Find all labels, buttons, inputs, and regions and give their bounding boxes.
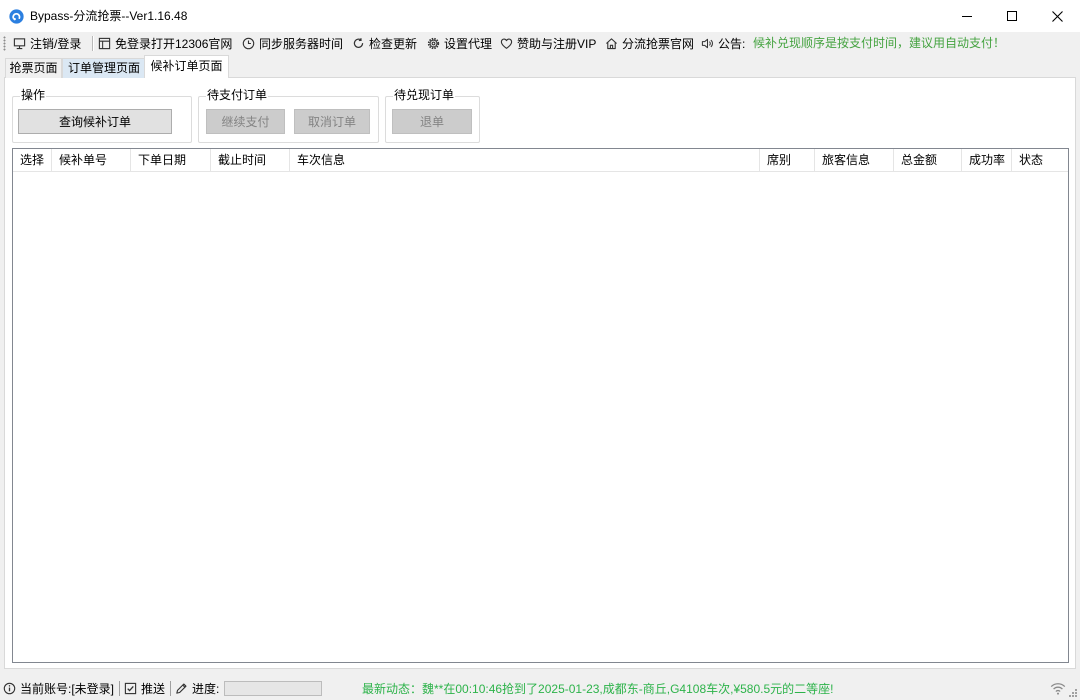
progress-label: 进度: — [175, 677, 219, 700]
tab-order-management[interactable]: 订单管理页面 — [62, 58, 146, 78]
window-title: Bypass-分流抢票--Ver1.16.48 — [30, 9, 188, 23]
toolbar: 注销/登录 免登录打开12306官网 同步服务器时间 检查更新 设置代理 赞助与… — [0, 32, 1080, 55]
column-header-total-amount[interactable]: 总金额 — [894, 149, 962, 171]
column-header-deadline[interactable]: 截止时间 — [211, 149, 290, 171]
push-toggle-label: 推送 — [141, 682, 166, 696]
waitlist-orders-table[interactable]: 选择 候补单号 下单日期 截止时间 车次信息 席别 旅客信息 总金额 成功率 状… — [12, 148, 1069, 663]
wifi-icon — [1050, 682, 1066, 695]
pending-fulfillment-group: 待兑现订单 退单 — [385, 88, 480, 143]
account-status-text: 当前账号:[未登录] — [20, 682, 115, 696]
monitor-icon — [13, 37, 26, 50]
group-title: 待兑现订单 — [393, 88, 456, 103]
push-toggle[interactable]: 推送 — [124, 677, 165, 700]
status-bar: 当前账号:[未登录] 推送 进度: 最新动态：魏**在00:10:46抢到了20… — [0, 677, 1080, 700]
speaker-icon — [701, 37, 714, 50]
app-logo-icon — [9, 9, 24, 24]
official-site-button[interactable]: 分流抢票官网 — [605, 32, 694, 55]
status-separator — [119, 681, 120, 696]
progress-label-text: 进度: — [192, 682, 220, 696]
toolbar-item-label: 设置代理 — [444, 37, 493, 51]
column-header-select[interactable]: 选择 — [13, 149, 52, 171]
notice-title: 公告: — [718, 37, 746, 51]
resize-grip[interactable] — [1067, 687, 1078, 698]
sponsor-vip-button[interactable]: 赞助与注册VIP — [500, 32, 596, 55]
pending-payment-group: 待支付订单 继续支付 取消订单 — [198, 88, 379, 143]
info-icon — [3, 682, 16, 695]
status-separator — [170, 681, 171, 696]
proxy-settings-button[interactable]: 设置代理 — [427, 32, 492, 55]
toolbar-item-label: 免登录打开12306官网 — [115, 37, 233, 51]
tab-ticket-grab[interactable]: 抢票页面 — [5, 58, 62, 78]
gear-icon — [427, 37, 440, 50]
heart-icon — [500, 37, 513, 50]
toolbar-item-label: 注销/登录 — [30, 37, 82, 51]
group-title: 操作 — [20, 88, 47, 103]
notice-label: 公告: — [701, 32, 745, 55]
toolbar-item-label: 检查更新 — [369, 37, 418, 51]
maximize-button[interactable] — [989, 0, 1034, 32]
sync-server-time-button[interactable]: 同步服务器时间 — [242, 32, 343, 55]
close-button[interactable] — [1034, 0, 1080, 32]
operation-group: 操作 查询候补订单 — [12, 88, 192, 143]
title-bar[interactable]: Bypass-分流抢票--Ver1.16.48 — [0, 0, 1080, 32]
close-icon — [1051, 10, 1063, 22]
column-header-waitlist-no[interactable]: 候补单号 — [52, 149, 131, 171]
check-update-button[interactable]: 检查更新 — [352, 32, 417, 55]
group-title: 待支付订单 — [206, 88, 269, 103]
column-header-seat-class[interactable]: 席别 — [760, 149, 815, 171]
toolbar-separator — [92, 36, 93, 51]
checkbox-icon — [124, 682, 137, 695]
column-header-train-info[interactable]: 车次信息 — [290, 149, 760, 171]
open-12306-button[interactable]: 免登录打开12306官网 — [98, 32, 232, 55]
clock-icon — [242, 37, 255, 50]
minimize-icon — [961, 15, 972, 17]
maximize-icon — [1006, 11, 1017, 21]
refund-order-button[interactable]: 退单 — [392, 109, 472, 134]
progress-bar — [224, 681, 322, 696]
account-status: 当前账号:[未登录] — [3, 677, 114, 700]
continue-payment-button[interactable]: 继续支付 — [206, 109, 285, 134]
refresh-icon — [352, 37, 365, 50]
column-header-success-rate[interactable]: 成功率 — [962, 149, 1012, 171]
minimize-button[interactable] — [944, 0, 989, 32]
notice-text: 候补兑现顺序是按支付时间，建议用自动支付！ — [753, 36, 1006, 50]
waitlist-orders-page: 操作 查询候补订单 待支付订单 继续支付 取消订单 待兑现订单 退单 选择 候补… — [4, 77, 1076, 669]
query-waitlist-button[interactable]: 查询候补订单 — [18, 109, 172, 134]
column-header-order-date[interactable]: 下单日期 — [131, 149, 211, 171]
pen-icon — [175, 682, 188, 695]
column-header-passenger-info[interactable]: 旅客信息 — [815, 149, 894, 171]
cancel-order-button[interactable]: 取消订单 — [294, 109, 370, 134]
home-icon — [605, 37, 618, 50]
table-body[interactable] — [13, 172, 1068, 662]
latest-news-text: 最新动态：魏**在00:10:46抢到了2025-01-23,成都东-商丘,G4… — [362, 682, 834, 696]
toolbar-item-label: 赞助与注册VIP — [517, 37, 597, 51]
table-header: 选择 候补单号 下单日期 截止时间 车次信息 席别 旅客信息 总金额 成功率 状… — [13, 149, 1068, 172]
toolbar-grip[interactable] — [3, 36, 6, 51]
toolbar-item-label: 同步服务器时间 — [259, 37, 344, 51]
toolbar-item-label: 分流抢票官网 — [622, 37, 695, 51]
tab-waitlist-orders[interactable]: 候补订单页面 — [144, 55, 229, 78]
column-header-status[interactable]: 状态 — [1012, 149, 1068, 171]
browser-window-icon — [98, 37, 111, 50]
login-logout-button[interactable]: 注销/登录 — [13, 32, 81, 55]
